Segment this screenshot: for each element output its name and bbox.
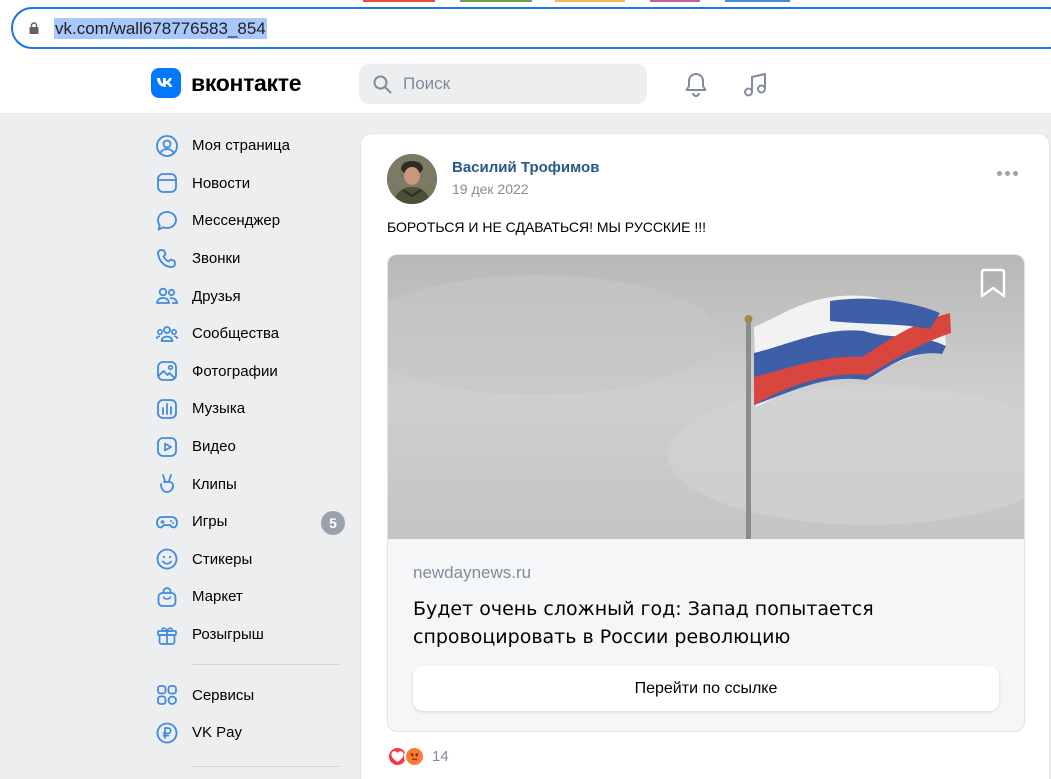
nav-item-news[interactable]: Новости xyxy=(151,165,346,203)
tab-strip xyxy=(0,0,1051,4)
nav-label: Сервисы xyxy=(192,686,255,704)
nav-item-calls[interactable]: Звонки xyxy=(151,240,346,278)
post-date[interactable]: 19 дек 2022 xyxy=(452,181,529,197)
post-text: БОРОТЬСЯ И НЕ СДАВАТЬСЯ! МЫ РУССКИЕ !!! xyxy=(387,219,707,235)
nav-label: Мессенджер xyxy=(192,212,281,230)
nav-label: Розыгрыш xyxy=(192,626,264,644)
nav-label: Клипы xyxy=(192,475,237,493)
news-icon xyxy=(157,173,177,194)
gift-icon xyxy=(157,626,177,645)
services-icon xyxy=(157,685,177,706)
gamepad-icon xyxy=(156,515,178,529)
browser-toolbar: vk.com/wall678776583_854 xyxy=(0,0,1051,58)
nav-divider xyxy=(192,765,341,767)
nav-label: Игры xyxy=(192,513,228,531)
music-note-icon[interactable] xyxy=(741,71,769,99)
music-icon xyxy=(157,399,177,419)
nav-item-giveaway[interactable]: Розыгрыш xyxy=(151,616,346,654)
nav-label: Видео xyxy=(192,438,236,456)
left-nav: Моя страница Новости Мессенджер Звонки Д… xyxy=(151,127,346,778)
search-input[interactable] xyxy=(403,72,623,96)
nav-item-clips[interactable]: Клипы xyxy=(151,465,346,503)
clips-icon xyxy=(160,474,174,494)
nav-label: Друзья xyxy=(192,287,241,305)
nav-item-friends[interactable]: Друзья xyxy=(151,277,346,315)
friends-icon xyxy=(156,287,179,305)
nav-item-my-page[interactable]: Моя страница xyxy=(151,127,346,165)
more-options-icon[interactable] xyxy=(997,171,1018,176)
nav-label: Маркет xyxy=(192,588,243,606)
nav-label: VK Pay xyxy=(192,724,243,742)
vk-logo-text: вконтакте xyxy=(191,69,302,96)
communities-icon xyxy=(155,325,179,342)
nav-label: Новости xyxy=(192,174,251,192)
reactions-bar[interactable]: 14 xyxy=(387,746,449,767)
phone-icon xyxy=(157,248,176,268)
ruble-icon xyxy=(156,722,178,744)
games-count-badge: 5 xyxy=(321,510,345,535)
search-box[interactable] xyxy=(359,64,647,104)
search-icon xyxy=(373,75,392,94)
vk-logo-icon xyxy=(151,68,181,98)
nav-item-music[interactable]: Музыка xyxy=(151,390,346,428)
nav-item-messenger[interactable]: Мессенджер xyxy=(151,202,346,240)
vk-header: вконтакте xyxy=(0,55,1051,114)
nav-label: Моя страница xyxy=(192,137,290,155)
bookmark-icon[interactable] xyxy=(978,267,1008,299)
photo-icon xyxy=(157,361,177,382)
author-avatar[interactable] xyxy=(387,154,437,204)
bag-icon xyxy=(157,587,177,607)
link-preview-image[interactable] xyxy=(388,255,1025,539)
nav-label: Сообщества xyxy=(192,325,280,343)
bell-icon[interactable] xyxy=(682,71,710,99)
post-author-name[interactable]: Василий Трофимов xyxy=(452,159,599,176)
link-title[interactable]: Будет очень сложный год: Запад попытаетс… xyxy=(413,595,893,651)
message-icon xyxy=(157,211,177,231)
nav-label: Музыка xyxy=(192,400,246,418)
nav-item-stickers[interactable]: Стикеры xyxy=(151,541,346,579)
smile-icon xyxy=(156,548,178,570)
user-circle-icon xyxy=(156,134,178,157)
open-link-button[interactable]: Перейти по ссылке xyxy=(413,666,999,711)
vk-logo[interactable]: вконтакте xyxy=(151,68,302,98)
nav-item-games[interactable]: Игры 5 xyxy=(151,503,346,541)
nav-label: Стикеры xyxy=(192,550,253,568)
nav-item-market[interactable]: Маркет xyxy=(151,578,346,616)
nav-item-video[interactable]: Видео xyxy=(151,428,346,466)
reactions-count: 14 xyxy=(432,748,449,765)
post-card: Василий Трофимов 19 дек 2022 БОРОТЬСЯ И … xyxy=(360,133,1050,779)
nav-item-communities[interactable]: Сообщества xyxy=(151,315,346,353)
angry-reaction-icon xyxy=(404,746,425,767)
nav-item-services[interactable]: Сервисы xyxy=(151,676,346,714)
url-text[interactable]: vk.com/wall678776583_854 xyxy=(54,18,267,39)
nav-label: Звонки xyxy=(192,250,241,268)
nav-divider xyxy=(192,664,341,666)
lock-icon xyxy=(29,22,39,34)
link-snippet[interactable]: newdaynews.ru Будет очень сложный год: З… xyxy=(387,254,1025,732)
nav-label: Фотографии xyxy=(192,362,278,380)
nav-item-vk-pay[interactable]: VK Pay xyxy=(151,714,346,752)
link-domain: newdaynews.ru xyxy=(413,563,532,582)
address-bar[interactable]: vk.com/wall678776583_854 xyxy=(11,7,1051,49)
video-icon xyxy=(157,436,177,457)
nav-item-photos[interactable]: Фотографии xyxy=(151,353,346,391)
